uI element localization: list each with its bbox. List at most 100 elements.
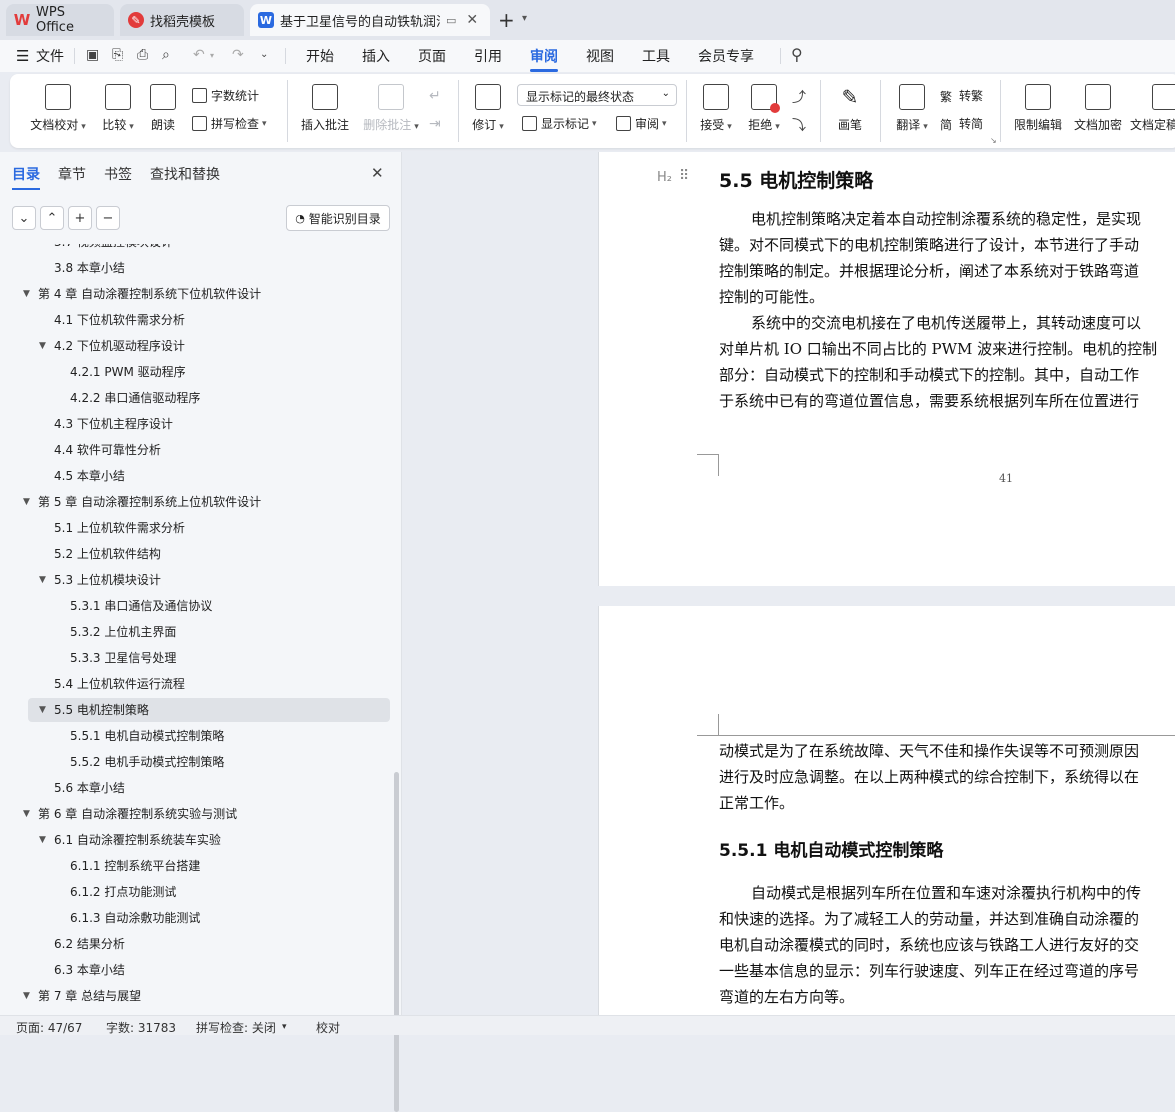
toc-item[interactable]: ▼ 第 5 章 自动涂覆控制系统上位机软件设计 [23, 490, 261, 514]
nav-tab-bookmarks[interactable]: 书签 [104, 164, 132, 184]
toc-item[interactable]: 6.1.3 自动涂敷功能测试 [70, 906, 200, 930]
to-simplified-button[interactable]: 简转简 [940, 115, 983, 132]
toc-item[interactable]: 5.5.2 电机手动模式控制策略 [70, 750, 224, 774]
tab-list-chevron-icon[interactable]: ▾ [522, 13, 527, 24]
toc-item[interactable]: 4.1 下位机软件需求分析 [54, 308, 185, 332]
menu-home[interactable]: 开始 [306, 46, 334, 66]
collapse-arrow-icon[interactable]: ▼ [39, 568, 46, 592]
print-preview-icon[interactable]: ⌕ [162, 47, 170, 63]
to-traditional-button[interactable]: 繁转繁 [940, 87, 983, 104]
toc-item[interactable]: 4.2.2 串口通信驱动程序 [70, 386, 200, 410]
close-pane-icon[interactable]: ✕ [371, 164, 384, 182]
menu-membership[interactable]: 会员专享 [698, 46, 754, 66]
hamburger-menu-icon[interactable]: ☰ [16, 47, 29, 65]
nav-tab-find-replace[interactable]: 查找和替换 [150, 164, 220, 184]
toc-item[interactable]: 3.7 视频监控模块设计 [54, 244, 173, 254]
toc-item[interactable]: ▼ 5.5 电机控制策略 [39, 698, 149, 722]
finalize-button[interactable]: 文档定稿 [1130, 84, 1175, 133]
encrypt-button[interactable]: 文档加密 [1070, 84, 1126, 133]
menu-file[interactable]: 文件 [36, 46, 64, 66]
word-count-indicator[interactable]: 字数: 31783 [106, 1019, 176, 1036]
word-count-button[interactable]: 字数统计 [192, 87, 259, 104]
share-icon[interactable]: ⎘ [112, 47, 123, 63]
new-tab-icon[interactable]: + [498, 8, 515, 32]
collapse-arrow-icon[interactable]: ▼ [23, 984, 30, 1008]
toc-item[interactable]: 5.3.1 串口通信及通信协议 [70, 594, 212, 618]
toc-item[interactable]: 4.4 软件可靠性分析 [54, 438, 161, 462]
next-change-icon[interactable]: ⤵ [792, 115, 806, 135]
toc-item[interactable]: 5.3.2 上位机主界面 [70, 620, 176, 644]
tab-document[interactable]: W 基于卫星信号的自动铁轨润滑 ▭ ✕ [250, 4, 490, 36]
toc-item[interactable]: ▼ 第 4 章 自动涂覆控制系统下位机软件设计 [23, 282, 261, 306]
toc-item[interactable]: 6.1.1 控制系统平台搭建 [70, 854, 200, 878]
track-changes-button[interactable]: 修订 ▾ [468, 84, 508, 133]
toc-item[interactable]: 5.1 上位机软件需求分析 [54, 516, 185, 540]
nav-tab-sections[interactable]: 章节 [58, 164, 86, 184]
expand-all-button[interactable]: ⌄ [12, 206, 36, 230]
toc-scrollbar[interactable] [394, 772, 399, 1112]
menu-tools[interactable]: 工具 [642, 46, 670, 66]
toc-item[interactable]: ▼ 6.1 自动涂覆控制系统装车实验 [39, 828, 221, 852]
menu-view[interactable]: 视图 [586, 46, 614, 66]
collapse-arrow-icon[interactable]: ▼ [23, 802, 30, 826]
toc-item[interactable]: 6.2 结果分析 [54, 932, 125, 956]
close-tab-icon[interactable]: ✕ [466, 12, 478, 28]
toc-item[interactable]: 5.2 上位机软件结构 [54, 542, 161, 566]
collapse-arrow-icon[interactable]: ▼ [23, 490, 30, 514]
toc-item[interactable]: 6.1.2 打点功能测试 [70, 880, 176, 904]
spell-check-button[interactable]: 拼写检查 ▾ [192, 115, 267, 132]
delete-comment-button[interactable]: 删除批注 ▾ [358, 84, 424, 133]
toc-item[interactable]: 5.3.3 卫星信号处理 [70, 646, 176, 670]
toc-item[interactable]: ▼ 5.3 上位机模块设计 [39, 568, 161, 592]
compare-button[interactable]: 比较 ▾ [96, 84, 140, 133]
remove-heading-button[interactable]: − [96, 206, 120, 230]
review-pane-button[interactable]: 审阅 ▾ [616, 115, 667, 132]
spell-check-indicator[interactable]: 拼写检查: 关闭 [196, 1019, 276, 1036]
toc-item[interactable]: 5.6 本章小结 [54, 776, 125, 800]
tab-wps-office[interactable]: W WPS Office [6, 4, 114, 36]
prev-comment-icon[interactable]: ↵ [429, 88, 441, 104]
expand-group-icon[interactable]: ↘ [990, 136, 997, 145]
show-markup-button[interactable]: 显示标记 ▾ [522, 115, 597, 132]
add-heading-button[interactable]: + [68, 206, 92, 230]
tab-templates[interactable]: ✎ 找稻壳模板 [120, 4, 244, 36]
smart-toc-button[interactable]: ◔ 智能识别目录 [286, 205, 390, 231]
redo-icon[interactable]: ↷ [232, 47, 244, 63]
more-chevron-icon[interactable]: ⌄ [260, 49, 268, 60]
subsection-heading[interactable]: 5.5.1 电机自动模式控制策略 [719, 836, 943, 861]
toc-item[interactable]: 5.4 上位机软件运行流程 [54, 672, 185, 696]
menu-page[interactable]: 页面 [418, 46, 446, 66]
next-comment-icon[interactable]: ⇥ [429, 116, 441, 132]
pen-button[interactable]: ✎ 画笔 [832, 84, 868, 133]
translate-button[interactable]: 翻译 ▾ [890, 84, 934, 133]
print-icon[interactable]: ⎙ [137, 47, 148, 63]
toc-item[interactable]: 4.2.1 PWM 驱动程序 [70, 360, 186, 384]
drag-handle-icon[interactable]: ⠿ [679, 168, 689, 184]
doc-proof-button[interactable]: 文档校对 ▾ [28, 84, 88, 133]
reject-button[interactable]: 拒绝 ▾ [744, 84, 784, 133]
collapse-arrow-icon[interactable]: ▼ [39, 698, 46, 722]
accept-button[interactable]: 接受 ▾ [696, 84, 736, 133]
toc-item[interactable]: 4.3 下位机主程序设计 [54, 412, 173, 436]
menu-review[interactable]: 审阅 [530, 46, 558, 72]
paragraph[interactable]: 自动模式是根据列车所在位置和车速对涂覆执行机构中的传 和快速的选择。为了减轻工人… [719, 880, 1141, 1010]
toc-item[interactable]: ▼ 第 7 章 总结与展望 [23, 984, 141, 1008]
page-indicator[interactable]: 页面: 47/67 [16, 1019, 82, 1036]
menu-insert[interactable]: 插入 [362, 46, 390, 66]
menu-references[interactable]: 引用 [474, 46, 502, 66]
toc-item[interactable]: 5.5.1 电机自动模式控制策略 [70, 724, 224, 748]
save-icon[interactable]: ▣ [86, 47, 99, 63]
undo-dropdown-icon[interactable]: ▾ [210, 51, 214, 60]
proof-indicator[interactable]: 校对 [316, 1019, 340, 1036]
collapse-arrow-icon[interactable]: ▼ [39, 828, 46, 852]
toc-item[interactable]: 4.5 本章小结 [54, 464, 125, 488]
collapse-arrow-icon[interactable]: ▼ [39, 334, 46, 358]
restrict-edit-button[interactable]: 限制编辑 [1010, 84, 1066, 133]
chevron-down-icon[interactable]: ▾ [282, 1022, 287, 1032]
paragraph[interactable]: 动模式是为了在系统故障、天气不佳和操作失误等不可预测原因 进行及时应急调整。在以… [719, 738, 1139, 816]
undo-icon[interactable]: ↶ [193, 47, 205, 63]
monitor-icon[interactable]: ▭ [446, 14, 456, 27]
markup-state-dropdown[interactable]: 显示标记的最终状态 ⌄ [517, 84, 677, 106]
search-icon[interactable]: ⚲ [791, 45, 803, 64]
paragraph[interactable]: 电机控制策略决定着本自动控制涂覆系统的稳定性，是实现 键。对不同模式下的电机控制… [719, 206, 1157, 414]
